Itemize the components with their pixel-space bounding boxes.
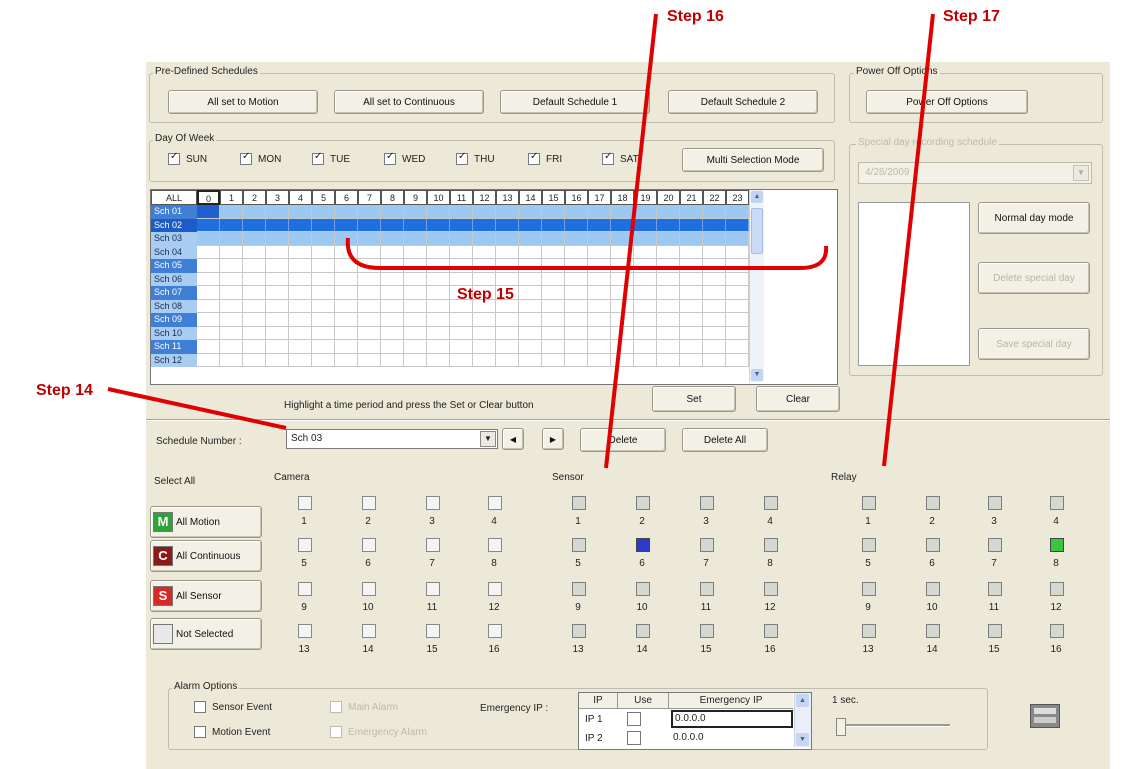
- step14-label: Step 14: [36, 382, 93, 399]
- step14-arrow: [107, 387, 287, 430]
- step16-label: Step 16: [667, 8, 724, 25]
- step15-bracket: [345, 237, 829, 270]
- step17-line: [882, 13, 935, 467]
- step17-label: Step 17: [943, 8, 1000, 25]
- step16-line: [604, 13, 658, 469]
- annotation-overlay: [107, 13, 935, 469]
- step15-label: Step 15: [457, 286, 514, 303]
